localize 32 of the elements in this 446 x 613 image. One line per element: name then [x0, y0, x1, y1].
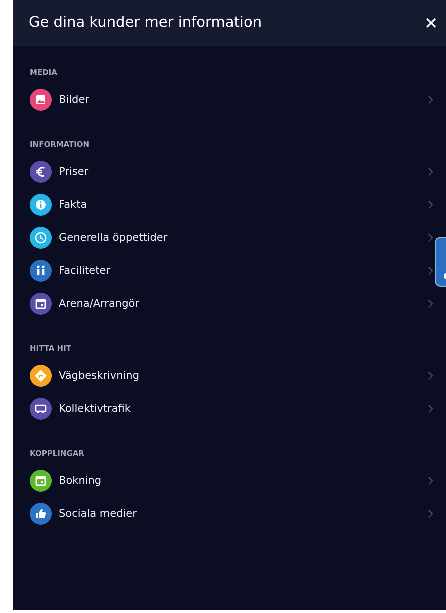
list-item[interactable]: Bokning — [13, 464, 434, 498]
close-button[interactable]: ✕ — [418, 14, 444, 32]
chevron-right-icon — [427, 233, 434, 243]
item-label: Faciliteter — [59, 265, 112, 277]
panel-title: Ge dina kunder mer information — [29, 15, 262, 31]
list-item[interactable]: Faciliteter — [13, 254, 434, 288]
list-item[interactable]: Arena/Arrangör — [13, 288, 434, 320]
chevron-right-icon — [427, 404, 434, 414]
chevron-right-icon — [427, 299, 434, 309]
list-item[interactable]: Bilder — [13, 84, 434, 116]
list-item[interactable]: Generella öppettider — [13, 222, 434, 254]
chevron-right-icon — [427, 371, 434, 381]
list-item[interactable]: Vägbeskrivning — [13, 360, 434, 392]
item-label: Kollektivtrafik — [59, 403, 132, 415]
list-item[interactable]: Sociala medier — [13, 498, 434, 530]
chevron-right-icon — [427, 476, 434, 486]
chevron-right-icon — [427, 266, 434, 276]
item-label: Bilder — [59, 94, 90, 106]
item-label: Sociala medier — [59, 508, 138, 520]
chevron-right-icon — [427, 200, 434, 210]
item-label: Fakta — [59, 199, 88, 211]
list-item[interactable]: Priser — [13, 156, 434, 188]
item-label: Generella öppettider — [59, 232, 169, 244]
item-label: Arena/Arrangör — [59, 298, 140, 310]
chevron-right-icon — [427, 95, 434, 105]
list-item[interactable]: Fakta — [13, 188, 434, 222]
list-item[interactable]: Kollektivtrafik — [13, 392, 434, 426]
chevron-right-icon — [427, 509, 434, 519]
chevron-right-icon — [427, 167, 434, 177]
item-label: Priser — [59, 166, 90, 178]
item-label: Vägbeskrivning — [59, 370, 140, 382]
item-label: Bokning — [59, 475, 103, 487]
